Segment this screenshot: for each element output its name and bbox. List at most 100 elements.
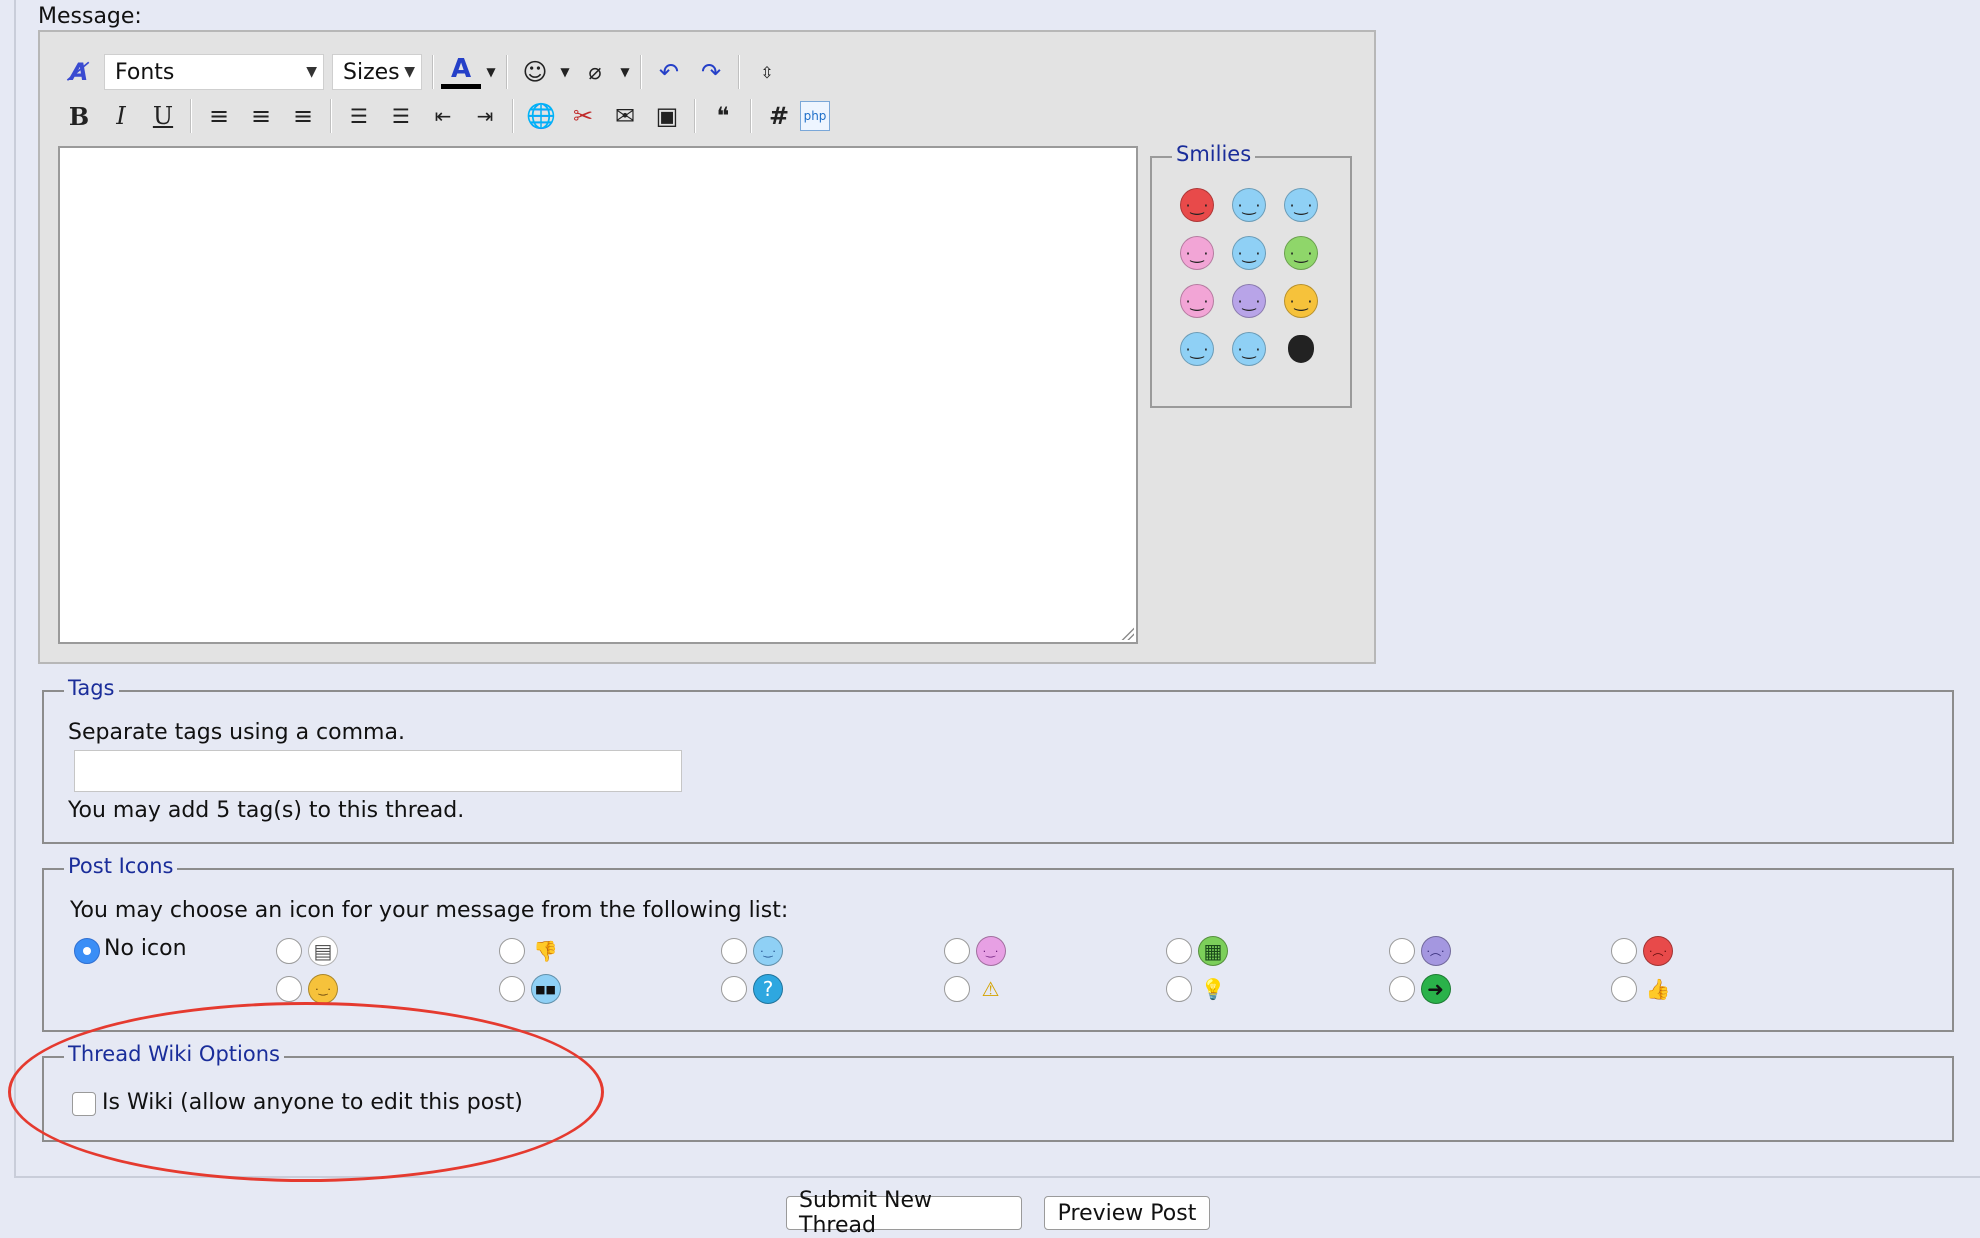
post-icon-radio[interactable] <box>1611 976 1637 1002</box>
resize-grip-icon[interactable] <box>1120 626 1134 640</box>
indent-icon[interactable]: ⇥ <box>464 97 506 135</box>
insert-email-icon[interactable]: ✉ <box>604 97 646 135</box>
smilies-legend: Smilies <box>1172 142 1256 166</box>
ordered-list-icon[interactable]: ☰ <box>338 97 380 135</box>
sizes-select-label: Sizes <box>343 59 400 85</box>
redo-icon[interactable]: ↷ <box>690 53 732 91</box>
preview-post-button[interactable]: Preview Post <box>1044 1196 1210 1230</box>
sad-icon: ·︵· <box>1420 936 1451 966</box>
insert-image-icon[interactable]: ▣ <box>646 97 688 135</box>
post-icon-radio[interactable] <box>498 938 525 964</box>
post-icon-radio[interactable] <box>943 938 970 964</box>
post-icon-radio[interactable] <box>1166 938 1192 964</box>
smile-icon: ·‿· <box>308 974 338 1004</box>
grin-icon: ▦ <box>1198 936 1228 966</box>
smiley-icon[interactable]: ☺ <box>514 53 556 91</box>
post-icon-radio[interactable] <box>276 938 302 964</box>
is-wiki-label: Is Wiki (allow anyone to edit this post) <box>102 1090 523 1115</box>
sizes-select[interactable]: Sizes ▼ <box>332 54 422 90</box>
confused-smiley-icon[interactable]: ·‿· <box>1180 332 1214 366</box>
chevron-down-icon[interactable]: ▼ <box>556 53 574 91</box>
tags-input[interactable] <box>74 750 682 792</box>
lightbulb-icon: 💡 <box>1200 977 1226 1001</box>
underline-icon[interactable]: U <box>142 97 184 135</box>
wink-smiley-icon[interactable]: ·‿· <box>1232 236 1266 270</box>
toolbar-separator <box>512 99 514 133</box>
tags-hint: Separate tags using a comma. <box>68 720 405 745</box>
insert-link-icon[interactable]: 🌐 <box>520 97 562 135</box>
code-hash-icon[interactable]: # <box>758 97 800 135</box>
outdent-icon[interactable]: ⇤ <box>422 97 464 135</box>
attachment-icon[interactable]: ⌀ <box>574 53 616 91</box>
surprised-smiley-icon[interactable]: ·‿· <box>1232 332 1266 366</box>
cool-smiley-icon[interactable]: ·‿· <box>1284 188 1318 222</box>
angry-icon: ·︵· <box>1643 936 1673 966</box>
message-label: Message: <box>38 4 142 29</box>
post-icon-radio[interactable] <box>1388 976 1415 1002</box>
fonts-select[interactable]: Fonts ▼ <box>104 54 324 90</box>
is-wiki-checkbox[interactable] <box>72 1092 96 1116</box>
undo-icon[interactable]: ↶ <box>648 53 690 91</box>
angry-smiley-icon[interactable]: ·‿· <box>1180 188 1214 222</box>
tongue-icon: ·‿· <box>975 936 1006 966</box>
smile-smiley-icon[interactable]: ·‿· <box>1284 284 1318 318</box>
post-icon-radio[interactable] <box>1388 938 1415 964</box>
smilies-panel: Smilies ·‿· ·‿· ·‿· ·‿· ·‿· ·‿· ·‿· ·‿· ·‿· ·‿· ·‿… <box>1150 142 1352 408</box>
unordered-list-icon[interactable]: ☰ <box>380 97 422 135</box>
post-icon-radio[interactable] <box>721 976 747 1002</box>
no-icon-label: No icon <box>104 936 187 961</box>
align-left-icon[interactable]: ≡ <box>198 97 240 135</box>
tongue-smiley-icon[interactable]: ·‿· <box>1180 236 1214 270</box>
php-code-icon[interactable]: php <box>800 101 830 131</box>
post-icon-radio[interactable] <box>498 976 525 1002</box>
thumbs-down-icon: 👎 <box>533 939 558 963</box>
apple-icon[interactable] <box>1288 335 1314 363</box>
post-icons-fieldset: Post Icons You may choose an icon for yo… <box>42 854 1954 1032</box>
chevron-down-icon: ▼ <box>404 64 415 80</box>
post-icon-radio[interactable] <box>1166 976 1192 1002</box>
tags-legend: Tags <box>64 676 119 700</box>
align-center-icon[interactable]: ≡ <box>240 97 282 135</box>
editor-box: A̸ Fonts ▼ Sizes ▼ A ▼ ☺ ▼ ⌀ ▼ ↶ ↷ ⇳ B I… <box>38 30 1376 664</box>
wink-icon: ·‿· <box>753 936 783 966</box>
toolbar-separator <box>750 99 752 133</box>
arrow-right-icon: ➜ <box>1420 974 1451 1004</box>
quote-icon[interactable]: ❝ <box>702 97 744 135</box>
toolbar-separator <box>190 99 192 133</box>
question-icon: ? <box>753 974 783 1004</box>
italic-icon[interactable]: I <box>100 97 142 135</box>
message-textarea[interactable] <box>58 146 1138 644</box>
document-icon: ▤ <box>308 936 338 966</box>
blush-smiley-icon[interactable]: ·‿· <box>1180 284 1214 318</box>
toolbar-separator <box>738 55 740 89</box>
post-icon-radio[interactable] <box>1611 938 1637 964</box>
sad-smiley-icon[interactable]: ·‿· <box>1232 284 1266 318</box>
cool-icon: ■■ <box>530 974 561 1004</box>
bold-icon[interactable]: B <box>58 97 100 135</box>
post-icon-radio[interactable] <box>721 938 747 964</box>
post-icons-legend: Post Icons <box>64 854 178 878</box>
remove-link-icon[interactable]: ✂ <box>562 97 604 135</box>
grin-smiley-icon[interactable]: ·‿· <box>1284 236 1318 270</box>
thread-wiki-legend: Thread Wiki Options <box>64 1042 284 1066</box>
submit-new-thread-button[interactable]: Submit New Thread <box>786 1188 1022 1238</box>
tags-fieldset: Tags Separate tags using a comma. You ma… <box>42 676 1954 844</box>
chevron-down-icon[interactable]: ▼ <box>482 53 500 91</box>
fonts-select-label: Fonts <box>115 59 175 85</box>
remove-format-icon[interactable]: A̸ <box>58 53 100 91</box>
post-icons-hint: You may choose an icon for your message … <box>70 898 789 923</box>
eyes-up-smiley-icon[interactable]: ·‿· <box>1232 188 1266 222</box>
post-icon-radio[interactable] <box>943 976 970 1002</box>
no-icon-radio[interactable] <box>74 938 100 964</box>
chevron-down-icon: ▼ <box>306 64 317 80</box>
toolbar-row-1: A̸ Fonts ▼ Sizes ▼ A ▼ ☺ ▼ ⌀ ▼ ↶ ↷ ⇳ <box>58 52 788 92</box>
text-color-icon[interactable]: A <box>440 53 482 91</box>
toolbar-separator <box>694 99 696 133</box>
thread-wiki-fieldset: Thread Wiki Options Is Wiki (allow anyon… <box>42 1042 1954 1142</box>
resize-editor-icon[interactable]: ⇳ <box>746 53 788 91</box>
align-right-icon[interactable]: ≡ <box>282 97 324 135</box>
post-icon-radio[interactable] <box>276 976 302 1002</box>
warning-icon: ⚠ <box>981 977 1000 1001</box>
toolbar-separator <box>640 55 642 89</box>
chevron-down-icon[interactable]: ▼ <box>616 53 634 91</box>
